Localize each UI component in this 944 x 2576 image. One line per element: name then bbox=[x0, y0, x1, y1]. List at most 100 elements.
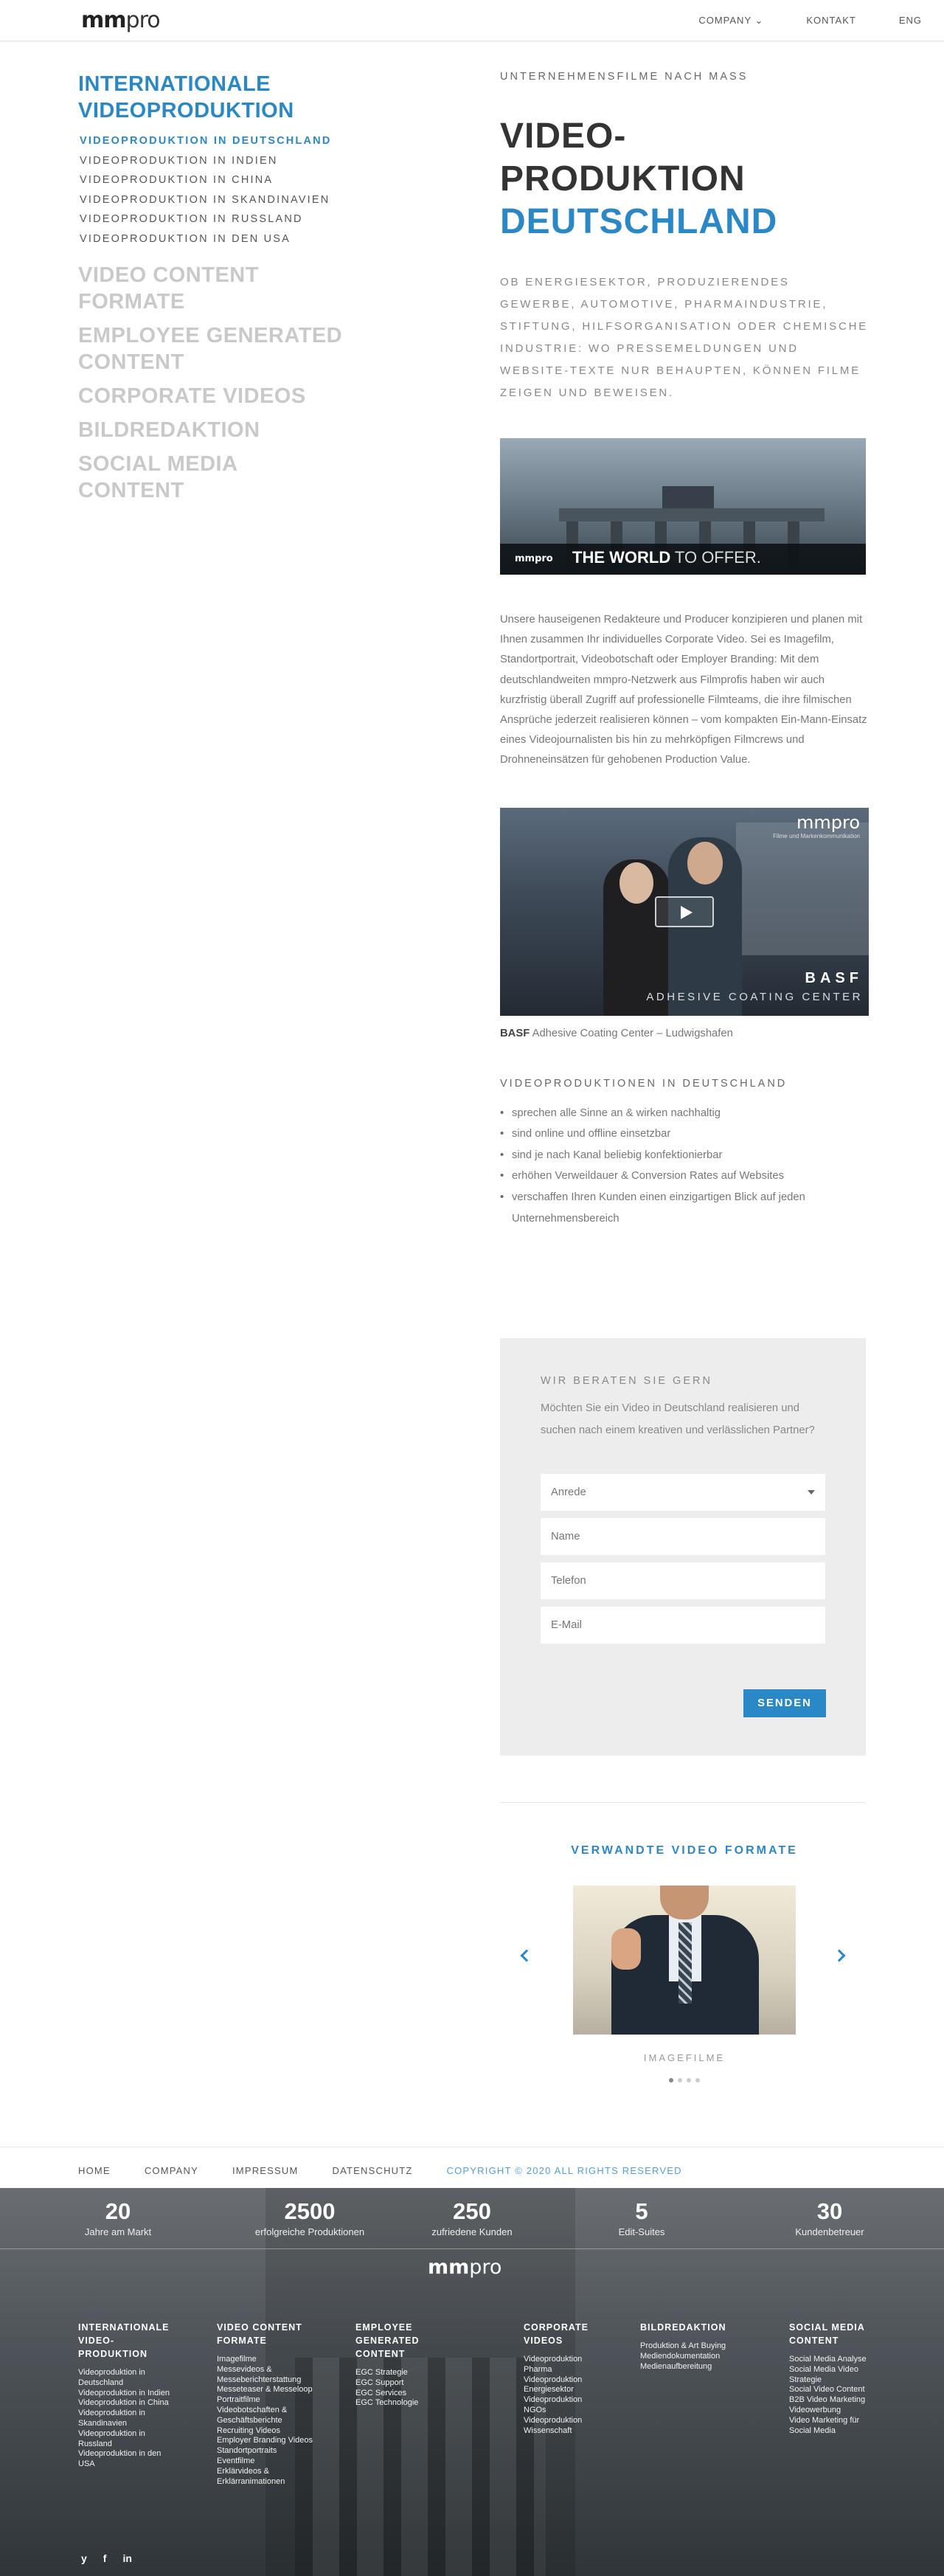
footer-link[interactable]: Messeteaser & Messeloop bbox=[217, 2385, 342, 2395]
footer-link[interactable]: Produktion & Art Buying bbox=[640, 2341, 766, 2352]
footer-column: VIDEO CONTENT FORMATE Imagefilme Messevid… bbox=[217, 2321, 342, 2487]
email-field[interactable] bbox=[541, 1607, 825, 1644]
footer-column: BILDREDAKTION Produktion & Art Buying Me… bbox=[640, 2321, 766, 2372]
footer-link[interactable]: Videoproduktion bbox=[524, 2416, 649, 2426]
footer-column-title[interactable]: INTERNATIONALE VIDEO- PRODUKTION bbox=[78, 2321, 204, 2361]
footer-link[interactable]: Russland bbox=[78, 2440, 204, 2450]
footer-link[interactable]: Eventfilme bbox=[217, 2456, 342, 2467]
mmpro-logo[interactable]: mmpro bbox=[81, 10, 161, 32]
footer-column-title[interactable]: BILDREDAKTION bbox=[640, 2321, 766, 2334]
sidebar-subitem-deutschland[interactable]: VIDEOPRODUKTION IN DEUTSCHLAND bbox=[80, 131, 388, 151]
footer-link-company[interactable]: COMPANY bbox=[145, 2165, 198, 2176]
footer-logo[interactable]: mmpro bbox=[428, 2256, 502, 2279]
footer-column-title[interactable]: VIDEO CONTENT FORMATE bbox=[217, 2321, 342, 2347]
footer-link[interactable]: Recruiting Videos bbox=[217, 2426, 342, 2437]
linkedin-icon[interactable]: in bbox=[122, 2552, 131, 2564]
video-subtitle: ADHESIVE COATING CENTER bbox=[646, 990, 863, 1003]
footer-link[interactable]: Medienaufbereitung bbox=[640, 2362, 766, 2372]
footer-link[interactable]: Videoproduktion bbox=[524, 2355, 649, 2365]
footer-link[interactable]: Geschäftsberichte bbox=[217, 2416, 342, 2426]
footer-link[interactable]: Erklärranimationen bbox=[217, 2477, 342, 2487]
footer-link[interactable]: Videoproduktion bbox=[524, 2395, 649, 2406]
sidebar-item-employee-generated-content[interactable]: EMPLOYEE GENERATED CONTENT bbox=[78, 322, 358, 375]
footer-column-title[interactable]: EMPLOYEE GENERATED CONTENT bbox=[355, 2321, 481, 2361]
footer-link[interactable]: Social Media Video bbox=[789, 2365, 914, 2375]
nav-kontakt[interactable]: KONTAKT bbox=[806, 15, 856, 27]
footer-link[interactable]: EGC Strategie bbox=[355, 2368, 481, 2378]
nav-language[interactable]: ENG bbox=[899, 15, 922, 27]
footer-link[interactable]: Videoproduktion in den bbox=[78, 2449, 204, 2459]
sidebar-item-internationale-videoproduktion[interactable]: INTERNATIONALE VIDEOPRODUKTION bbox=[78, 71, 329, 124]
footer-link[interactable]: Videoproduktion in Indien bbox=[78, 2389, 204, 2399]
form-title: WIR BERATEN SIE GERN bbox=[541, 1375, 712, 1387]
sidebar-subitem-china[interactable]: VIDEOPRODUKTION IN CHINA bbox=[80, 170, 388, 190]
footer-link[interactable]: EGC Services bbox=[355, 2389, 481, 2399]
footer-link[interactable]: B2B Video Marketing bbox=[789, 2395, 914, 2406]
facebook-icon[interactable]: f bbox=[103, 2552, 107, 2564]
video-caption: BASF Adhesive Coating Center – Ludwigsha… bbox=[500, 1027, 733, 1039]
footer-link[interactable]: EGC Support bbox=[355, 2378, 481, 2389]
sidebar-subitem-usa[interactable]: VIDEOPRODUKTION IN DEN USA bbox=[80, 229, 388, 249]
carousel-dot[interactable] bbox=[687, 2078, 691, 2082]
carousel-prev-icon[interactable] bbox=[520, 1949, 533, 1962]
footer-link[interactable]: Videoproduktion bbox=[524, 2375, 649, 2386]
footer-link[interactable]: Standortportraits bbox=[217, 2446, 342, 2456]
carousel-dot[interactable] bbox=[678, 2078, 682, 2082]
footer-link[interactable]: Video Marketing für bbox=[789, 2416, 914, 2426]
sidebar-item-social-media-content[interactable]: SOCIAL MEDIA CONTENT bbox=[78, 451, 285, 504]
footer-link[interactable]: Messevideos & bbox=[217, 2365, 342, 2375]
footer-link-impressum[interactable]: IMPRESSUM bbox=[232, 2165, 299, 2176]
footer-link[interactable]: Videoproduktion in China bbox=[78, 2398, 204, 2409]
sidebar: INTERNATIONALE VIDEOPRODUKTION VIDEOPROD… bbox=[78, 71, 388, 511]
nav-company[interactable]: COMPANY ⌄ bbox=[698, 15, 763, 27]
sidebar-item-corporate-videos[interactable]: CORPORATE VIDEOS bbox=[78, 383, 388, 409]
footer-link[interactable]: Social Media Analyse bbox=[789, 2355, 914, 2365]
footer-link[interactable]: Imagefilme bbox=[217, 2355, 342, 2365]
sidebar-item-video-content-formate[interactable]: VIDEO CONTENT FORMATE bbox=[78, 262, 314, 315]
related-caption[interactable]: IMAGEFILME bbox=[500, 2052, 869, 2063]
footer-link[interactable]: Videobotschaften & bbox=[217, 2406, 342, 2416]
footer-link[interactable]: Videoproduktion in bbox=[78, 2429, 204, 2440]
sidebar-subitem-russland[interactable]: VIDEOPRODUKTION IN RUSSLAND bbox=[80, 210, 388, 229]
footer-link[interactable]: Social Media bbox=[789, 2426, 914, 2437]
footer-link[interactable]: Strategie bbox=[789, 2375, 914, 2386]
sidebar-subitem-indien[interactable]: VIDEOPRODUKTION IN INDIEN bbox=[80, 151, 388, 171]
contact-form: WIR BERATEN SIE GERN Möchten Sie ein Vid… bbox=[500, 1338, 866, 1756]
footer-link[interactable]: Wissenschaft bbox=[524, 2426, 649, 2437]
play-icon[interactable] bbox=[655, 896, 714, 927]
footer-link-home[interactable]: HOME bbox=[78, 2165, 111, 2176]
footer-link-datenschutz[interactable]: DATENSCHUTZ bbox=[333, 2165, 413, 2176]
form-text: Möchten Sie ein Video in Deutschland rea… bbox=[541, 1402, 815, 1436]
footer-column-title[interactable]: CORPORATE VIDEOS bbox=[524, 2321, 649, 2347]
footer-link[interactable]: Mediendokumentation bbox=[640, 2352, 766, 2362]
submit-button[interactable]: SENDEN bbox=[743, 1689, 826, 1717]
related-image[interactable] bbox=[573, 1886, 796, 2035]
footer-link[interactable]: EGC Technologie bbox=[355, 2398, 481, 2409]
footer-link[interactable]: NGOs bbox=[524, 2406, 649, 2416]
sidebar-item-bildredaktion[interactable]: BILDREDAKTION bbox=[78, 417, 388, 443]
sidebar-subitem-skandinavien[interactable]: VIDEOPRODUKTION IN SKANDINAVIEN bbox=[80, 190, 388, 210]
footer-link[interactable]: Videowerbung bbox=[789, 2406, 914, 2416]
carousel-dot[interactable] bbox=[669, 2078, 673, 2082]
footer-link[interactable]: Social Video Content bbox=[789, 2385, 914, 2395]
carousel-dot[interactable] bbox=[695, 2078, 700, 2082]
footer-link[interactable]: Videoproduktion in bbox=[78, 2409, 204, 2419]
footer-link[interactable]: Erklärvideos & bbox=[217, 2467, 342, 2477]
carousel-next-icon[interactable] bbox=[833, 1949, 846, 1962]
footer-link[interactable]: Energiesektor bbox=[524, 2385, 649, 2395]
twitter-icon[interactable]: y bbox=[81, 2552, 87, 2564]
name-field[interactable] bbox=[541, 1518, 825, 1555]
footer-link[interactable]: Employer Branding Videos bbox=[217, 2436, 342, 2446]
footer-link[interactable]: Portraitfilme bbox=[217, 2395, 342, 2406]
footer-column-title[interactable]: SOCIAL MEDIA CONTENT bbox=[789, 2321, 914, 2347]
copyright: COPYRIGHT © 2020 ALL RIGHTS RESERVED bbox=[446, 2165, 682, 2176]
footer-link[interactable]: Messeberichterstattung bbox=[217, 2375, 342, 2386]
footer-link[interactable]: USA bbox=[78, 2459, 204, 2470]
phone-field[interactable] bbox=[541, 1562, 825, 1599]
footer-link[interactable]: Deutschland bbox=[78, 2378, 204, 2389]
salutation-select[interactable]: Anrede bbox=[541, 1474, 825, 1511]
video-player[interactable]: mmpro Filme und Markenkommunikation BASF… bbox=[500, 807, 869, 1016]
footer-link[interactable]: Skandinavien bbox=[78, 2419, 204, 2429]
footer-link[interactable]: Videoproduktion in bbox=[78, 2368, 204, 2378]
footer-link[interactable]: Pharma bbox=[524, 2365, 649, 2375]
